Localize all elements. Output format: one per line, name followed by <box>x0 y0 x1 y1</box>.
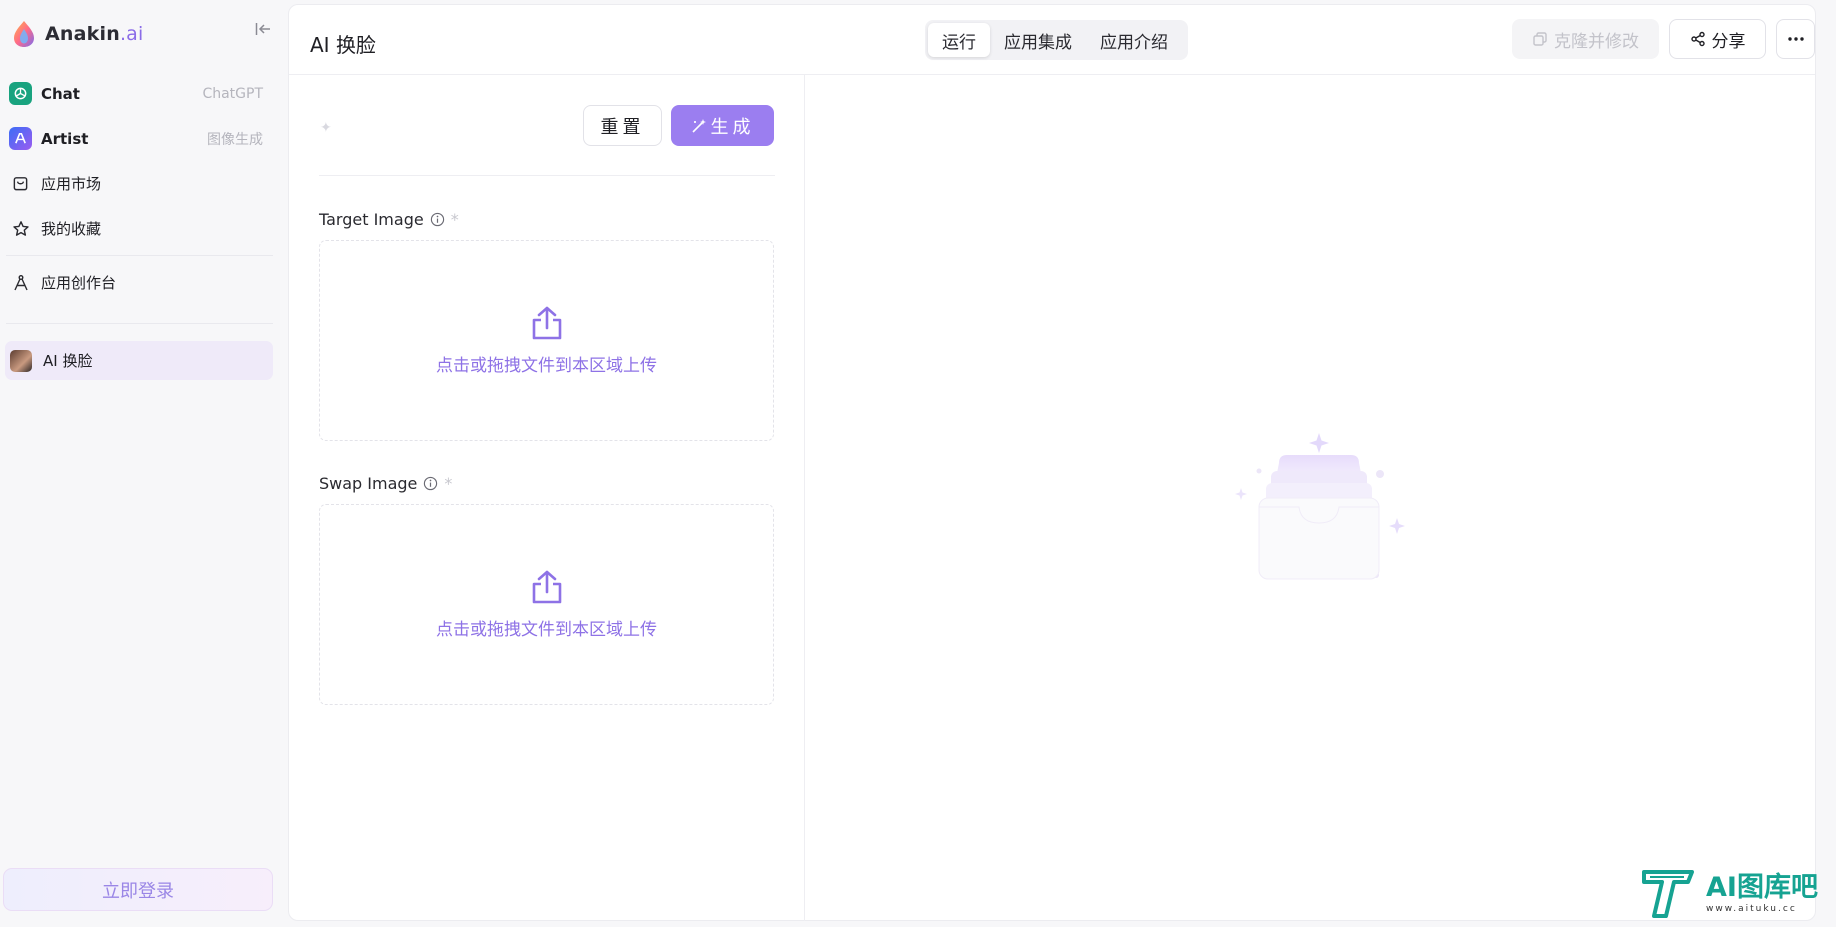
sidebar-item-studio[interactable]: 应用创作台 <box>0 260 287 305</box>
dropzone-text: 点击或拖拽文件到本区域上传 <box>436 620 657 640</box>
required-mark: * <box>450 210 459 229</box>
form-divider <box>319 175 775 176</box>
share-label: 分享 <box>1711 31 1746 52</box>
sidebar-item-label: 我的收藏 <box>41 220 102 238</box>
sidebar-item-label: Chat <box>41 84 80 103</box>
field-label-text: Target Image <box>319 210 424 229</box>
info-icon[interactable] <box>423 476 438 491</box>
page-title: AI 换脸 <box>310 33 376 57</box>
copy-icon <box>1533 32 1547 46</box>
brand-name: Anakin.ai <box>45 23 144 45</box>
collapse-icon <box>255 23 270 35</box>
upload-icon <box>532 570 561 604</box>
anakin-logo-icon <box>14 21 34 47</box>
collapse-sidebar-button[interactable] <box>252 18 274 40</box>
sidebar-divider <box>6 255 273 256</box>
sidebar-item-artist[interactable]: Artist 图像生成 <box>0 116 287 161</box>
login-button[interactable]: 立即登录 <box>3 868 273 911</box>
generate-button[interactable]: 生成 <box>671 105 774 146</box>
tab-intro[interactable]: 应用介绍 <box>1086 23 1182 57</box>
chatgpt-icon <box>9 82 32 105</box>
topbar: AI 换脸 运行 应用集成 应用介绍 克隆并修改 分享 <box>289 5 1815 75</box>
tab-bar: 运行 应用集成 应用介绍 <box>925 20 1188 60</box>
panel-divider <box>804 75 805 921</box>
dropzone-text: 点击或拖拽文件到本区域上传 <box>436 356 657 376</box>
info-icon[interactable] <box>430 212 445 227</box>
sidebar-item-sub: 图像生成 <box>207 131 263 148</box>
tab-run[interactable]: 运行 <box>928 23 990 57</box>
sidebar: Anakin.ai Chat ChatGPT Artist 图像生成 应用市场 … <box>0 0 287 927</box>
star-icon <box>9 217 32 240</box>
swap-image-dropzone[interactable]: 点击或拖拽文件到本区域上传 <box>319 504 774 705</box>
upload-icon <box>532 306 561 340</box>
target-image-label: Target Image * <box>319 210 459 229</box>
sidebar-item-label: Artist <box>41 129 89 148</box>
empty-inbox-icon <box>1235 433 1405 580</box>
sidebar-item-label: AI 换脸 <box>43 352 93 370</box>
app-avatar <box>10 349 32 372</box>
share-button[interactable]: 分享 <box>1669 19 1766 59</box>
watermark: AI图库吧 www.aituku.cc <box>1640 866 1818 922</box>
store-icon <box>9 172 32 195</box>
watermark-url: www.aituku.cc <box>1706 904 1797 914</box>
target-image-dropzone[interactable]: 点击或拖拽文件到本区域上传 <box>319 240 774 441</box>
watermark-title: AI图库吧 <box>1706 872 1818 903</box>
clone-button[interactable]: 克隆并修改 <box>1512 19 1659 59</box>
swap-image-label: Swap Image * <box>319 474 452 493</box>
sidebar-item-label: 应用市场 <box>41 175 102 193</box>
sidebar-divider <box>6 323 273 324</box>
brand[interactable]: Anakin.ai <box>12 19 144 49</box>
magic-wand-icon <box>691 118 706 133</box>
share-icon <box>1690 31 1705 47</box>
sparkle-icon: ✦ <box>320 120 332 136</box>
more-button[interactable] <box>1776 19 1815 59</box>
watermark-logo-icon <box>1642 870 1694 918</box>
reset-button[interactable]: 重置 <box>583 105 662 146</box>
watermark-text: AI图库吧 www.aituku.cc <box>1706 872 1818 915</box>
sidebar-item-store[interactable]: 应用市场 <box>0 161 287 206</box>
tab-integration[interactable]: 应用集成 <box>990 23 1086 57</box>
required-mark: * <box>444 474 453 493</box>
field-label-text: Swap Image <box>319 474 418 493</box>
more-icon <box>1787 37 1804 41</box>
sidebar-item-label: 应用创作台 <box>41 274 117 292</box>
sidebar-item-chat[interactable]: Chat ChatGPT <box>0 71 287 116</box>
sidebar-nav: Chat ChatGPT Artist 图像生成 应用市场 我的收藏 应用创作台 <box>0 71 287 328</box>
sidebar-item-sub: ChatGPT <box>202 85 263 102</box>
artist-icon <box>9 127 32 150</box>
sidebar-item-favorites[interactable]: 我的收藏 <box>0 206 287 251</box>
generate-label: 生成 <box>710 116 755 138</box>
compass-icon <box>9 271 32 294</box>
clone-label: 克隆并修改 <box>1554 31 1639 52</box>
main-panel: AI 换脸 运行 应用集成 应用介绍 克隆并修改 分享 ✦ 重置 生成 Targ… <box>288 4 1816 921</box>
sidebar-item-ai-face-swap[interactable]: AI 换脸 <box>5 341 273 380</box>
